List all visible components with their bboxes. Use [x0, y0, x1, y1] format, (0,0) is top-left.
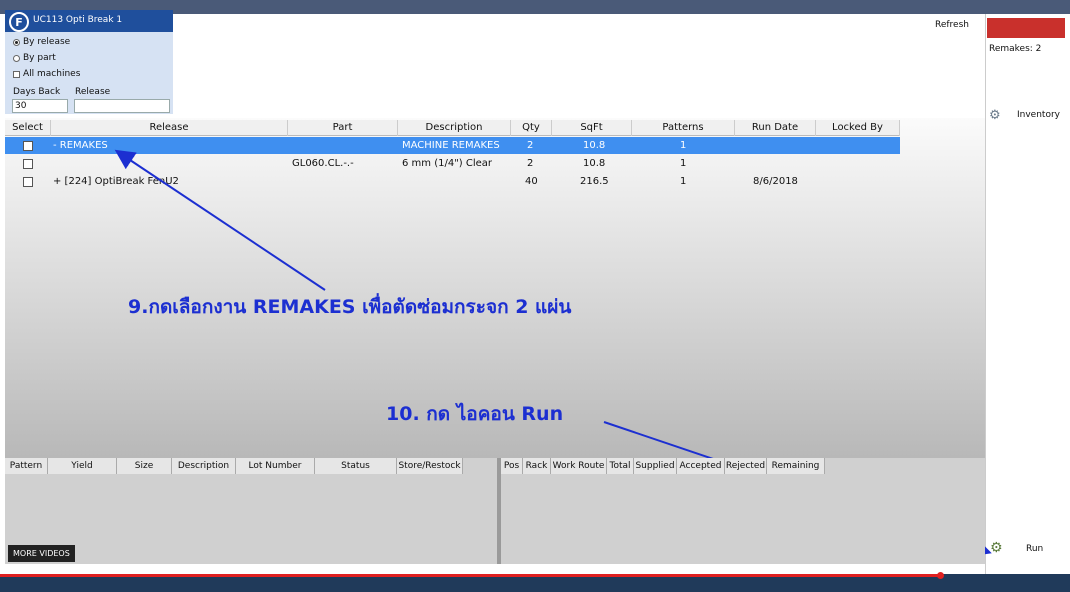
- progress-handle[interactable]: [937, 572, 944, 579]
- run-button[interactable]: ⚙ Run: [990, 540, 1043, 558]
- col-accepted[interactable]: Accepted: [677, 458, 725, 474]
- col-yield[interactable]: Yield: [48, 458, 117, 474]
- col-bottom-description[interactable]: Description: [172, 458, 236, 474]
- more-videos-button[interactable]: MORE VIDEOS: [8, 545, 75, 562]
- col-lot-number[interactable]: Lot Number: [236, 458, 315, 474]
- col-status[interactable]: Status: [315, 458, 397, 474]
- run-icon: ⚙: [990, 540, 1003, 556]
- col-supplied[interactable]: Supplied: [634, 458, 677, 474]
- col-pattern[interactable]: Pattern: [5, 458, 48, 474]
- col-remaining[interactable]: Remaining: [767, 458, 825, 474]
- col-work-route[interactable]: Work Route: [551, 458, 607, 474]
- bottom-panels: Pattern Yield Size Description Lot Numbe…: [5, 458, 985, 564]
- arrow-to-remakes: [114, 149, 326, 291]
- col-store-restock[interactable]: Store/Restock: [397, 458, 463, 474]
- video-progress[interactable]: [0, 574, 940, 577]
- col-pos[interactable]: Pos: [501, 458, 523, 474]
- col-rejected[interactable]: Rejected: [725, 458, 767, 474]
- col-total[interactable]: Total: [607, 458, 634, 474]
- col-size[interactable]: Size: [117, 458, 172, 474]
- col-rack[interactable]: Rack: [523, 458, 551, 474]
